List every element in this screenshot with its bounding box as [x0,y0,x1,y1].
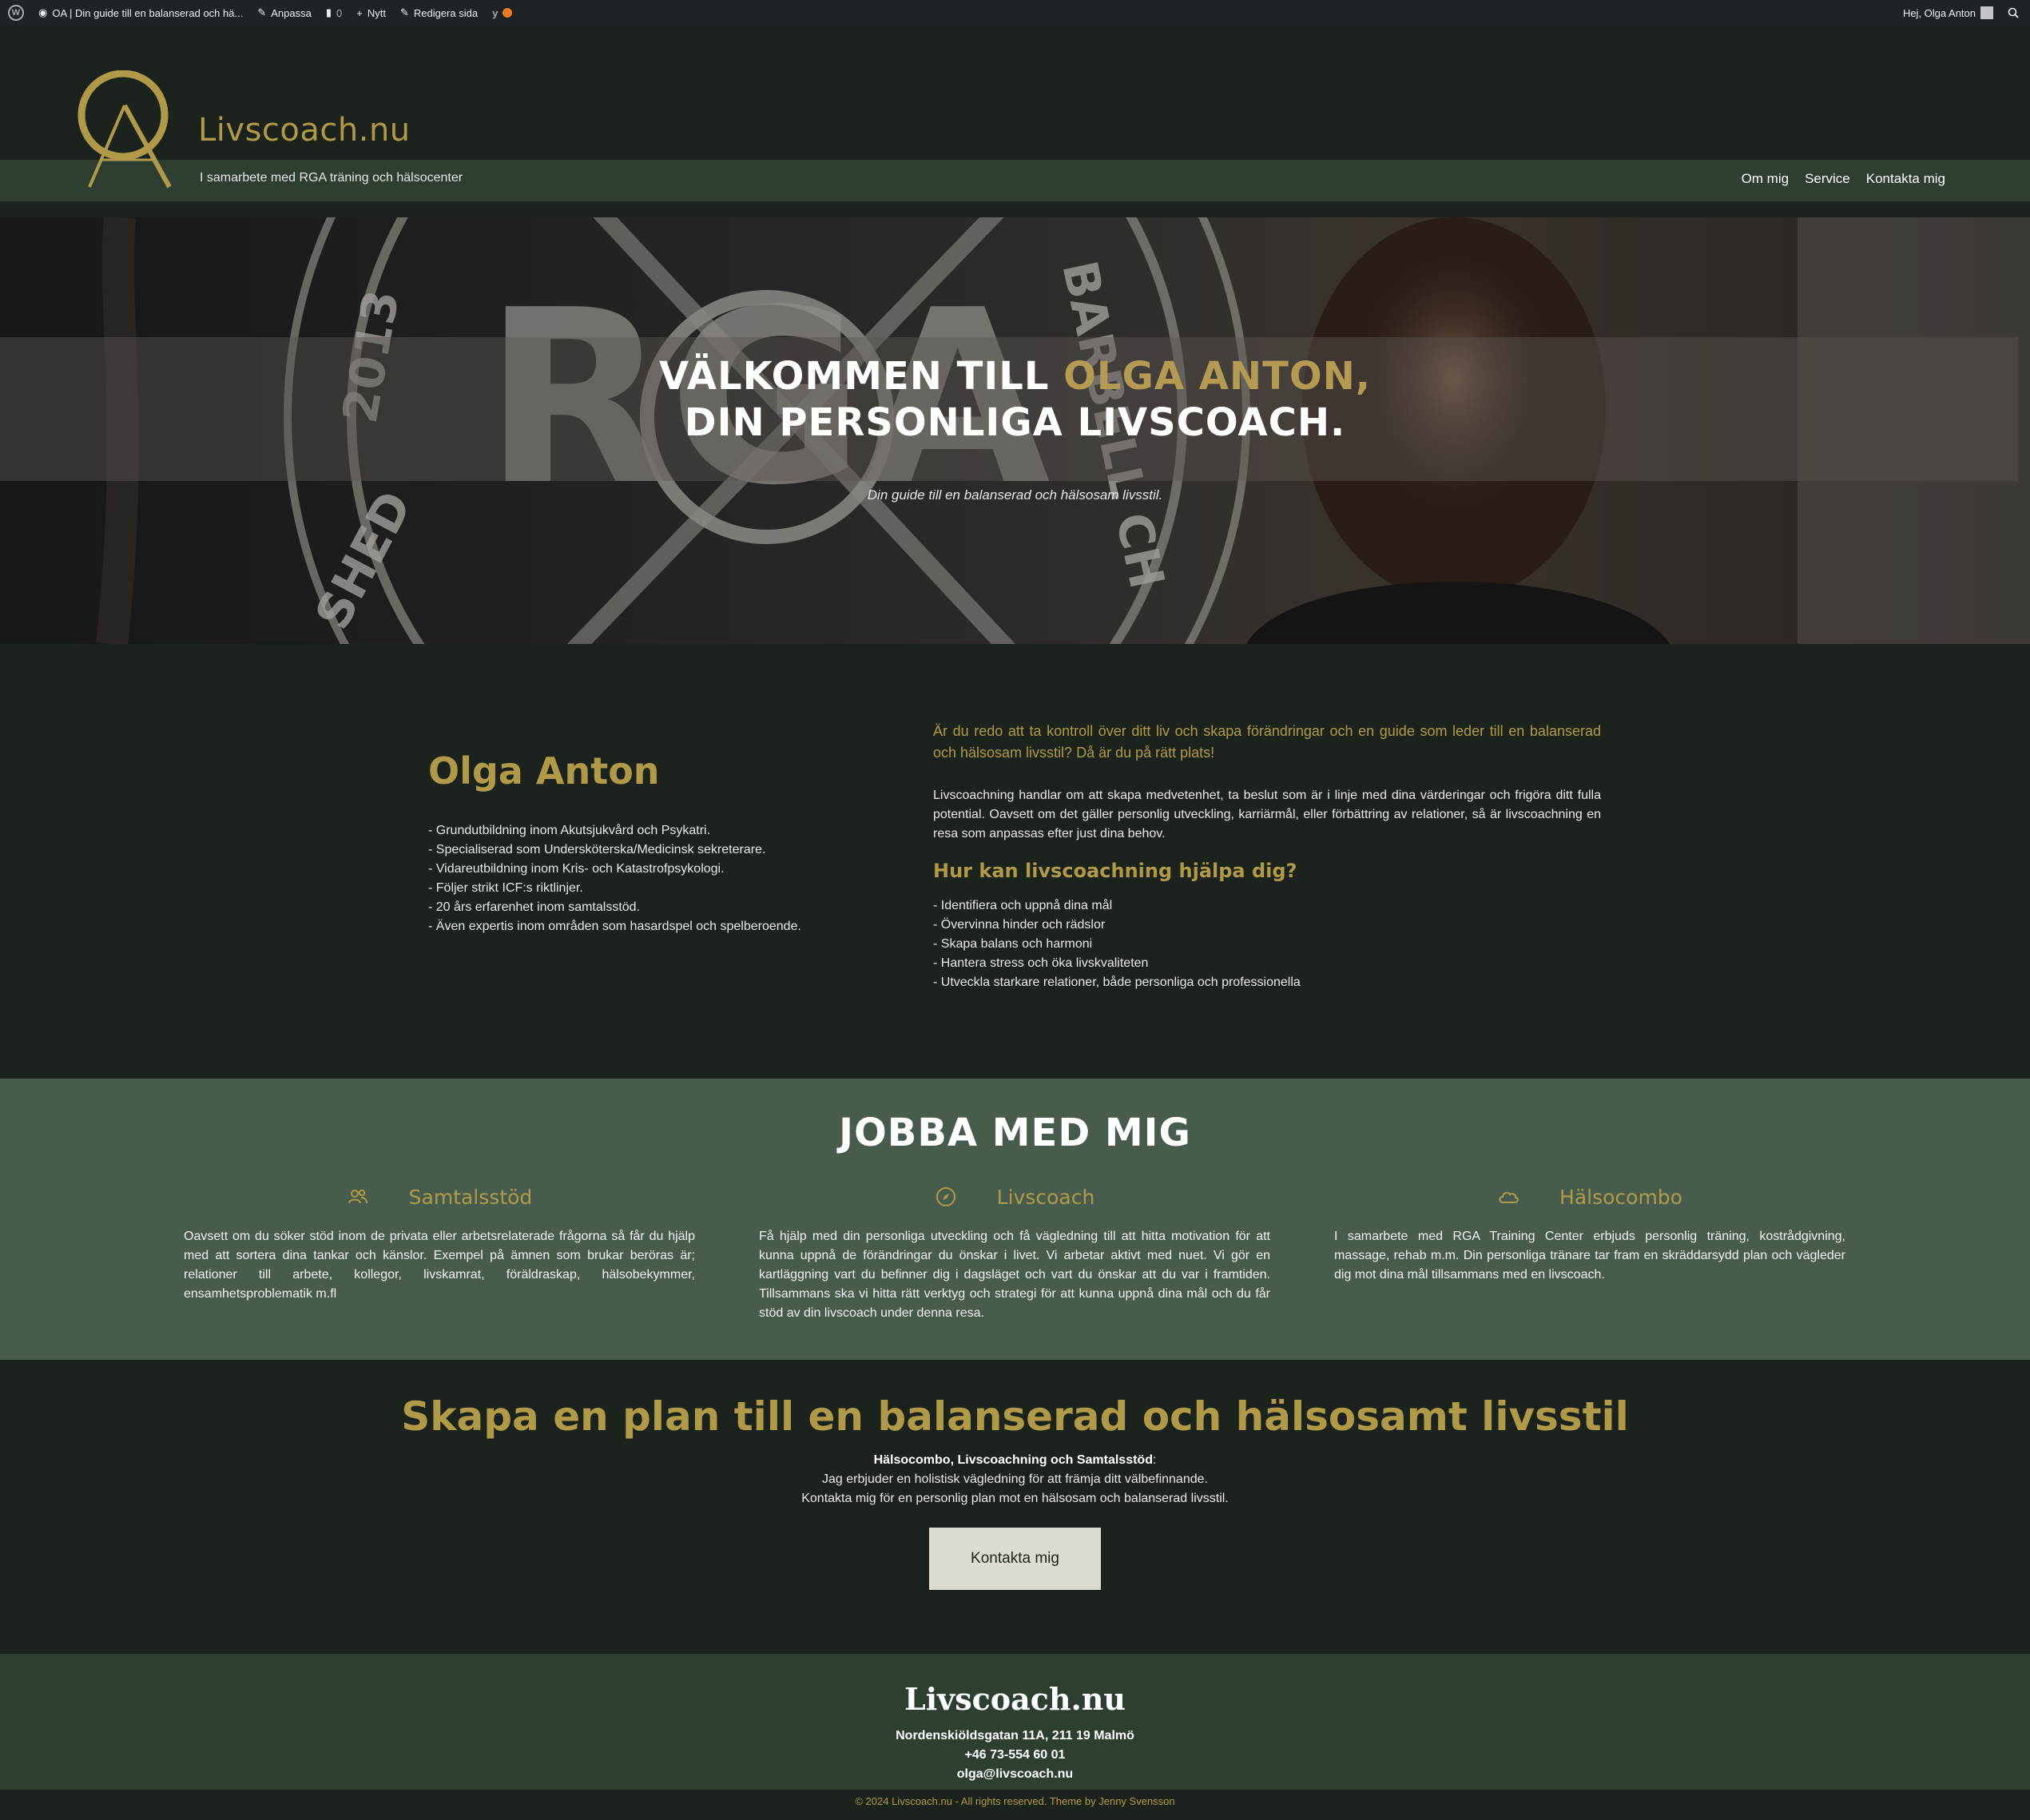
about-section: Olga Anton - Grundutbildning inom Akutsj… [0,644,2030,1079]
new-content-menu[interactable]: + Nytt [356,7,386,19]
edit-page-label: Redigera sida [413,6,479,19]
service-text: Få hjälp med din personliga utveckling o… [759,1230,1270,1320]
comments-count: 0 [336,6,343,19]
admin-search[interactable] [2008,7,2019,18]
people-icon [348,1189,367,1204]
nav-item-service[interactable]: Service [1805,171,1850,187]
hero-title-welcome: VÄLKOMMEN TILL [658,354,1064,399]
footer-phone[interactable]: +46 73-554 60 01 [0,1746,2030,1765]
plan-description: Hälsocombo, Livscoachning och Samtalsstö… [0,1451,2030,1508]
logo-icon[interactable]: OA [73,70,177,190]
plan-line-2: Jag erbjuder en holistisk vägledning för… [822,1472,1208,1486]
my-account-menu[interactable]: Hej, Olga Anton [1903,6,1993,19]
wordpress-logo-icon: W [8,5,24,21]
site-footer: Livscoach.nu Nordenskiöldsgatan 11A, 211… [0,1654,2030,1790]
list-item: - Hantera stress och öka livskvaliteten [933,956,1149,970]
service-text: Oavsett om du söker stöd inom de privata… [184,1230,695,1301]
service-title: Livscoach [996,1185,1095,1209]
plan-section: Skapa en plan till en balanserad och häl… [0,1360,2030,1654]
wordpress-menu[interactable]: W [8,5,24,21]
site-tagline: I samarbete med RGA träning och hälsocen… [200,171,463,185]
search-icon [2008,7,2019,18]
plan-services-colon: : [1152,1453,1157,1467]
list-item: - Övervinna hinder och rädslor [933,918,1106,932]
copyright-bar: © 2024 Livscoach.nu - All rights reserve… [0,1790,2030,1820]
footer-title: Livscoach.nu [904,1681,1126,1717]
dashboard-icon: ◉ [38,6,48,18]
list-item: - Följer strikt ICF:s riktlinjer. [428,881,583,895]
list-item: - Skapa balans och harmoni [933,937,1093,951]
list-item: - Grundutbildning inom Akutsjukvård och … [428,824,711,837]
list-item: - Utveckla starkare relationer, både per… [933,976,1301,989]
nav-item-kontakta-mig[interactable]: Kontakta mig [1866,171,1945,187]
plan-line-3: Kontakta mig för en personlig plan mot e… [801,1492,1229,1505]
contact-button[interactable]: Kontakta mig [929,1528,1101,1590]
edit-page-link[interactable]: ✎ Redigera sida [400,6,478,19]
comment-icon: ▮ [325,6,332,18]
plus-icon: + [356,6,363,19]
help-list: - Identifiera och uppnå dina mål - Överv… [933,896,1601,992]
service-samtalsstod: Samtalsstöd Oavsett om du söker stöd ino… [184,1181,695,1304]
customize-link[interactable]: ✎ Anpassa [257,6,312,19]
list-item: - Vidareutbildning inom Kris- och Katast… [428,862,725,876]
about-body: Livscoachning handlar om att skapa medve… [933,789,1601,840]
hero-title: VÄLKOMMEN TILL OLGA ANTON, DIN PERSONLIG… [0,353,2030,446]
customize-label: Anpassa [271,6,312,19]
list-item: - Identifiera och uppnå dina mål [933,899,1113,912]
services-heading: JOBBA MED MIG [839,1111,1191,1155]
plan-services-bold: Hälsocombo, Livscoachning och Samtalsstö… [873,1453,1153,1467]
seo-menu[interactable]: y [492,6,513,19]
footer-contact: Nordenskiöldsgatan 11A, 211 19 Malmö +46… [0,1727,2030,1784]
site-name-menu[interactable]: ◉ OA | Din guide till en balanserad och … [38,6,243,19]
avatar [1980,6,1993,19]
pencil-icon: ✎ [399,6,409,18]
qualifications-list: - Grundutbildning inom Akutsjukvård och … [428,821,801,936]
greeting-label: Hej, Olga Anton [1902,6,1976,19]
footer-email[interactable]: olga@livscoach.nu [0,1765,2030,1784]
help-heading: Hur kan livscoachning hjälpa dig? [933,860,1297,882]
plan-heading: Skapa en plan till en balanserad och häl… [401,1393,1629,1440]
yoast-icon: y [492,6,499,19]
hero-title-name: OLGA ANTON, [1063,354,1372,399]
hero-subtitle: Din guide till en balanserad och hälsosa… [867,487,1163,503]
list-item: - Specialiserad som Undersköterska/Medic… [428,843,766,856]
site-header: OA Livscoach.nu I samarbete med RGA trän… [0,26,2030,217]
service-text: I samarbete med RGA Training Center erbj… [1334,1230,1845,1282]
seo-status-dot-icon [503,8,513,18]
cloud-icon [1499,1191,1519,1203]
site-title[interactable]: Livscoach.nu [198,112,411,149]
service-livscoach: Livscoach Få hjälp med din personliga ut… [759,1181,1270,1323]
about-name-heading: Olga Anton [428,749,660,793]
hero-title-line2: DIN PERSONLIGA LIVSCOACH. [684,400,1346,445]
service-title: Hälsocombo [1559,1185,1682,1209]
new-label: Nytt [367,6,386,19]
main-nav: Om mig Service Kontakta mig [1742,171,1945,187]
about-lead: Är du redo att ta kontroll över ditt liv… [933,723,1601,761]
list-item: - 20 års erfarenhet inom samtalsstöd. [428,900,641,914]
plan-services-line: Hälsocombo, Livscoachning och Samtalsstö… [0,1451,2030,1470]
about-intro: Är du redo att ta kontroll över ditt liv… [933,721,1601,992]
site-name-label: OA | Din guide till en balanserad och hä… [52,6,244,19]
services-section: JOBBA MED MIG Samtalsstöd Oavsett om du … [0,1079,2030,1360]
list-item: - Även expertis inom områden som hasards… [428,920,801,933]
comments-link[interactable]: ▮ 0 [326,6,342,19]
nav-item-om-mig[interactable]: Om mig [1742,171,1790,187]
wp-admin-bar: W ◉ OA | Din guide till en balanserad oc… [0,0,2030,26]
service-title: Samtalsstöd [408,1185,533,1209]
service-halsocombo: Hälsocombo I samarbete med RGA Training … [1334,1181,1845,1285]
hero-banner: RGA 2013 BARBELL CH SHED VÄLKOMMEN TILL … [0,217,2030,644]
compass-icon [936,1187,955,1206]
brush-icon: ✎ [257,6,267,18]
footer-address: Nordenskiöldsgatan 11A, 211 19 Malmö [896,1729,1134,1743]
